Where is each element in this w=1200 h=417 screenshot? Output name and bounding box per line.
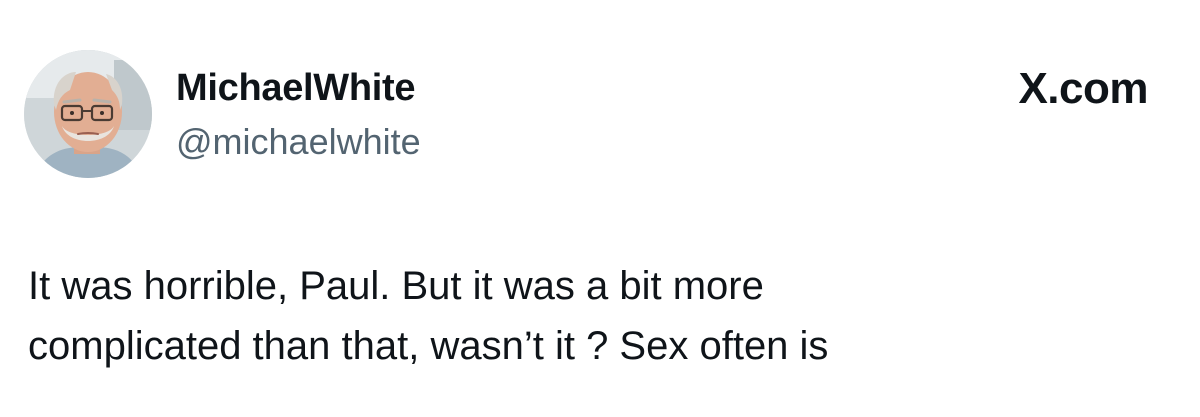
- avatar[interactable]: [24, 50, 152, 178]
- avatar-photo: [24, 50, 152, 178]
- author-handle[interactable]: @michaelwhite: [176, 119, 421, 165]
- brand-logo: X.com: [1018, 64, 1148, 114]
- tweet-card: MichaelWhite @michaelwhite X.com It was …: [0, 0, 1200, 417]
- tweet-line: It was horrible, Paul. But it was a bit …: [28, 264, 764, 308]
- brand-text: X.com: [1018, 64, 1148, 113]
- author-display-name[interactable]: MichaelWhite: [176, 64, 416, 112]
- tweet-line: complicated than that, wasn’t it ? Sex o…: [28, 324, 829, 368]
- tweet-text: It was horrible, Paul. But it was a bit …: [28, 256, 1168, 376]
